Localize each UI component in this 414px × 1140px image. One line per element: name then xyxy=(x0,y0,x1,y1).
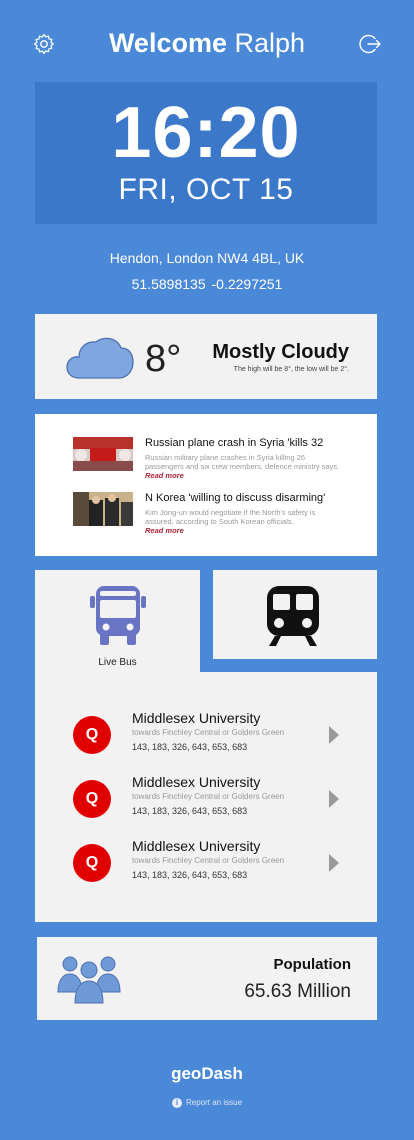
population-value: 65.63 Million xyxy=(244,981,351,1002)
population-title: Population xyxy=(273,956,352,973)
report-issue-link[interactable]: i Report an issue xyxy=(0,1098,414,1108)
read-more-link[interactable]: Read more xyxy=(145,471,184,480)
user-name: Ralph xyxy=(234,28,306,58)
bus-stop-row[interactable]: Q Middlesex University towards Finchley … xyxy=(73,774,363,824)
stop-routes: 143, 183, 326, 643, 653, 683 xyxy=(132,870,248,880)
brand-name: geoDash xyxy=(171,1064,243,1083)
weather-summary: The high will be 8°, the low will be 2°. xyxy=(233,366,349,373)
bus-tab-label: Live Bus xyxy=(98,657,137,668)
stop-name: Middlesex University xyxy=(132,774,261,790)
news-item[interactable]: Russian plane crash in Syria 'kills 32 R… xyxy=(73,437,363,487)
tab-train[interactable] xyxy=(213,570,377,659)
cloud-icon xyxy=(66,337,134,379)
weather-condition: Mostly Cloudy xyxy=(212,341,349,363)
weather-card: 8° Mostly Cloudy The high will be 8°, th… xyxy=(35,314,377,399)
bus-stops-panel: Q Middlesex University towards Finchley … xyxy=(35,672,377,922)
people-icon xyxy=(57,956,121,1004)
clock-date: FRI, OCT 15 xyxy=(118,173,294,206)
clock-panel: 16:20 FRI, OCT 15 xyxy=(35,82,377,224)
chevron-right-icon[interactable] xyxy=(329,854,339,872)
stop-routes: 143, 183, 326, 643, 653, 683 xyxy=(132,806,248,816)
chevron-right-icon[interactable] xyxy=(329,790,339,808)
stop-name: Middlesex University xyxy=(132,710,261,726)
news-thumbnail xyxy=(73,492,133,526)
bus-stop-row[interactable]: Q Middlesex University towards Finchley … xyxy=(73,710,363,760)
stop-letter-badge: Q xyxy=(73,716,111,754)
header: Welcome Ralph xyxy=(0,0,414,90)
news-thumbnail xyxy=(73,437,133,471)
stop-direction: towards Finchley Central or Golders Gree… xyxy=(132,728,285,737)
stop-letter-badge: Q xyxy=(73,780,111,818)
location-address: Hendon, London NW4 4BL, UK xyxy=(109,250,305,266)
stop-name: Middlesex University xyxy=(132,838,261,854)
news-item[interactable]: N Korea 'willing to discuss disarming' K… xyxy=(73,492,363,542)
news-description: Kim Jong-un would negotiate if the North… xyxy=(145,508,316,535)
location-coordinates: 51.5898135 -0.2297251 xyxy=(131,276,283,292)
read-more-link[interactable]: Read more xyxy=(145,526,184,535)
news-description: Russian military plane crashes in Syria … xyxy=(145,453,340,480)
population-card: Population 65.63 Million xyxy=(37,937,377,1020)
bus-icon xyxy=(90,586,146,645)
logout-icon[interactable] xyxy=(358,32,382,56)
news-card: Russian plane crash in Syria 'kills 32 R… xyxy=(35,414,377,556)
tab-live-bus[interactable]: Live Bus xyxy=(35,570,200,682)
welcome-prefix: Welcome xyxy=(108,28,227,58)
news-title[interactable]: N Korea 'willing to discuss disarming' xyxy=(145,492,325,504)
stop-routes: 143, 183, 326, 643, 653, 683 xyxy=(132,742,248,752)
stop-direction: towards Finchley Central or Golders Gree… xyxy=(132,792,285,801)
stop-direction: towards Finchley Central or Golders Gree… xyxy=(132,856,285,865)
temperature: 8° xyxy=(145,338,182,380)
report-issue-label[interactable]: Report an issue xyxy=(186,1098,242,1107)
chevron-right-icon[interactable] xyxy=(329,726,339,744)
bus-stop-row[interactable]: Q Middlesex University towards Finchley … xyxy=(73,838,363,888)
stop-letter-badge: Q xyxy=(73,844,111,882)
clock-time: 16:20 xyxy=(111,93,301,173)
info-icon: i xyxy=(171,1098,182,1108)
news-title[interactable]: Russian plane crash in Syria 'kills 32 xyxy=(145,437,323,449)
welcome-title: Welcome Ralph xyxy=(0,28,414,59)
train-icon xyxy=(267,586,319,646)
